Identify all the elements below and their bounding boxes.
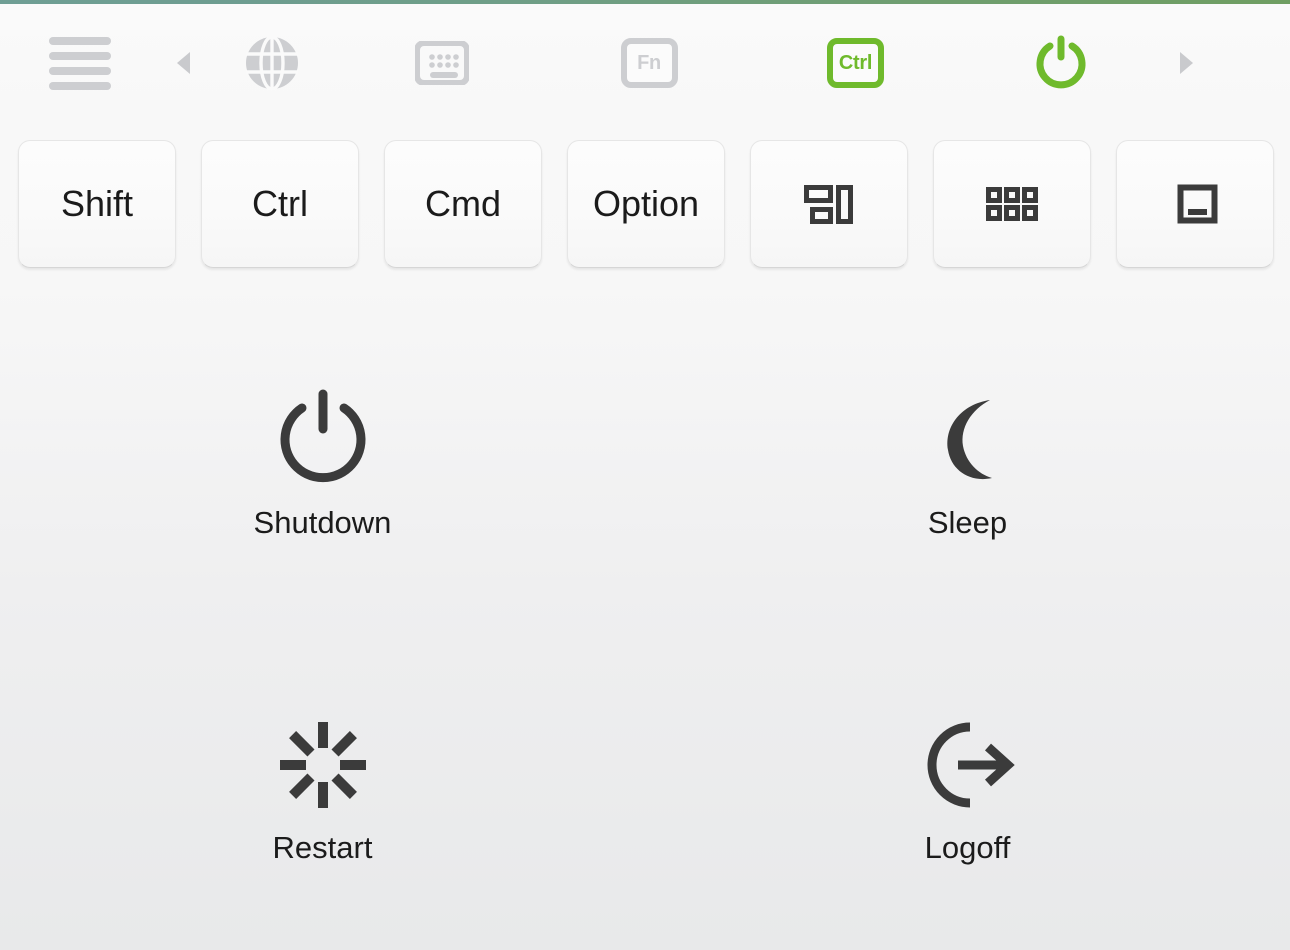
app-grid-icon: [986, 187, 1038, 221]
logoff-arrow-icon: [914, 710, 1022, 820]
triangle-left-icon: [176, 52, 190, 74]
keyboard-tab[interactable]: [338, 4, 545, 122]
key-cmd[interactable]: Cmd: [384, 140, 542, 268]
key-window-tile[interactable]: [750, 140, 908, 268]
ctrl-tab[interactable]: Ctrl: [753, 4, 958, 122]
burst-spoke: [317, 781, 328, 808]
action-label: Sleep: [927, 504, 1008, 540]
key-label: Ctrl: [252, 183, 308, 224]
burst-spoke: [339, 759, 366, 770]
key-shift[interactable]: Shift: [18, 140, 176, 268]
key-minimize-window[interactable]: [1116, 140, 1274, 268]
action-restart[interactable]: Restart: [0, 625, 645, 950]
key-ctrl[interactable]: Ctrl: [201, 140, 359, 268]
minimize-window-icon: [1177, 184, 1218, 224]
key-label: Cmd: [424, 183, 501, 224]
modifier-key-row: Shift Ctrl Cmd Option: [18, 140, 1278, 270]
globe-tab[interactable]: [206, 4, 338, 122]
keyboard-icon: [414, 41, 469, 85]
power-icon: [1036, 35, 1085, 89]
burst-spoke: [330, 772, 357, 799]
key-label: Option: [592, 183, 700, 224]
triangle-right-icon: [1179, 52, 1193, 74]
restart-burst-icon: [279, 710, 366, 820]
action-label: Logoff: [924, 829, 1011, 865]
power-tab[interactable]: [958, 4, 1163, 122]
key-option[interactable]: Option: [567, 140, 725, 268]
action-logoff[interactable]: Logoff: [645, 625, 1290, 950]
burst-spoke: [288, 772, 315, 799]
fn-tab[interactable]: Fn: [545, 4, 753, 122]
burst-spoke: [330, 730, 357, 757]
fn-key-icon: Fn: [620, 38, 678, 88]
key-app-grid[interactable]: [933, 140, 1091, 268]
action-sleep[interactable]: Sleep: [645, 300, 1290, 625]
moon-icon: [918, 385, 1018, 495]
hamburger-icon: [49, 36, 111, 90]
action-label: Restart: [272, 829, 373, 865]
prev-page-arrow[interactable]: [160, 4, 206, 122]
action-label: Shutdown: [253, 504, 392, 540]
burst-spoke: [317, 721, 328, 748]
globe-icon: [246, 36, 298, 90]
burst-spoke: [288, 730, 315, 757]
menu-button[interactable]: [0, 4, 160, 122]
window-tile-icon: [804, 185, 853, 224]
power-icon: [272, 385, 374, 495]
ctrl-key-icon: Ctrl: [827, 38, 884, 88]
action-shutdown[interactable]: Shutdown: [0, 300, 645, 625]
power-action-grid: Shutdown Sleep Restart Logoff: [0, 300, 1290, 950]
toolbar: Fn Ctrl: [0, 4, 1290, 122]
next-page-arrow[interactable]: [1163, 4, 1209, 122]
key-label: Shift: [60, 183, 134, 224]
burst-spoke: [279, 759, 306, 770]
